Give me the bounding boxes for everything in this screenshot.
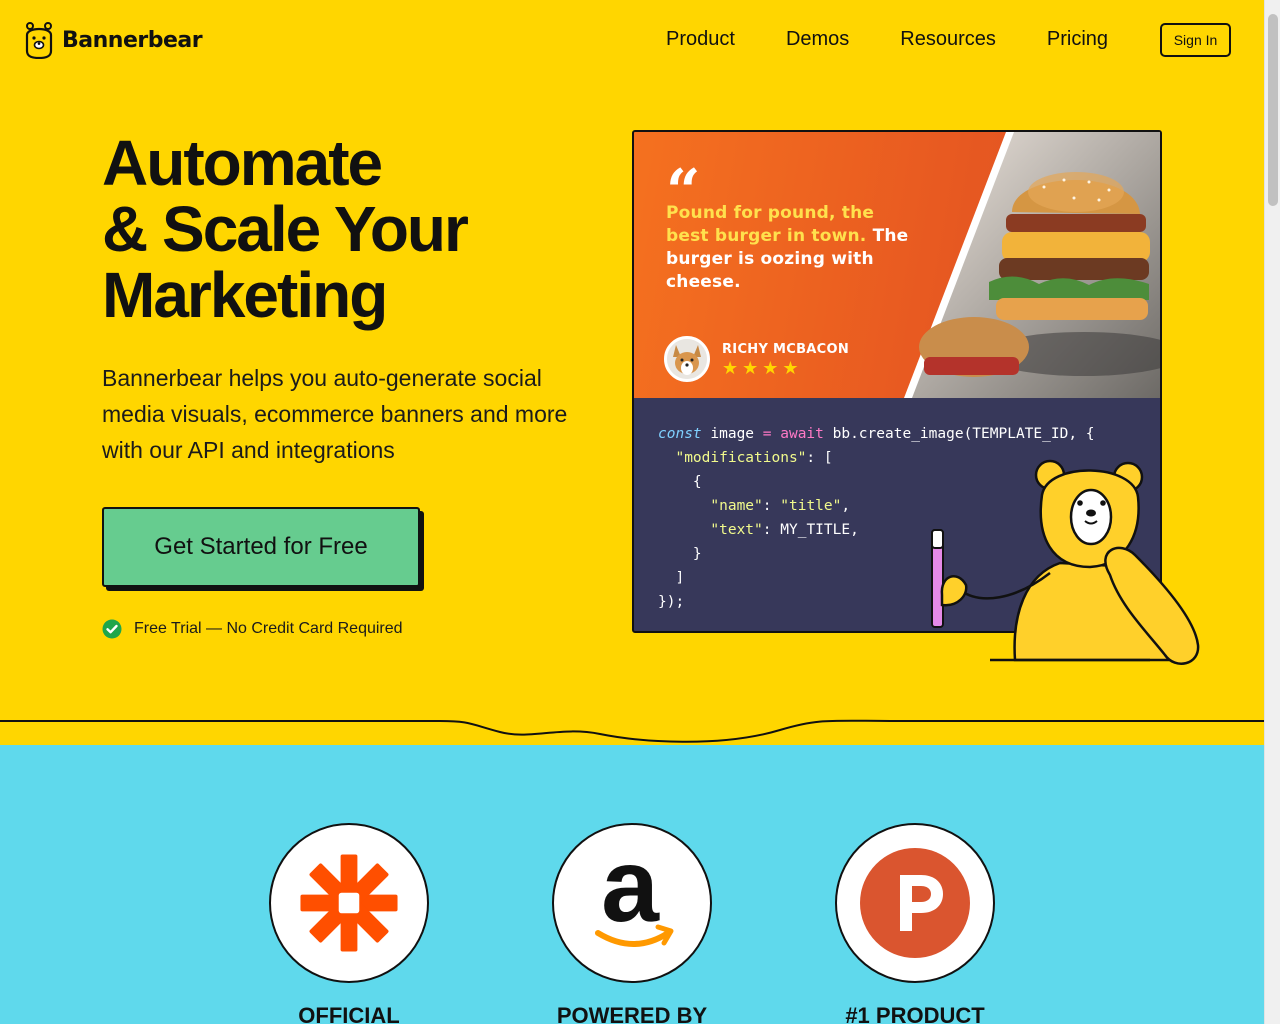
code-token: image	[701, 426, 763, 442]
hero-subcopy: Bannerbear helps you auto-generate socia…	[102, 365, 568, 463]
badge-label-product: #1 PRODUCT	[845, 1003, 985, 1024]
wave-divider	[0, 690, 1264, 743]
author-name: RICHY MCBACON	[722, 342, 850, 357]
rating-stars: ★★★★	[722, 358, 803, 379]
amazon-badge: a	[552, 823, 712, 983]
amazon-logo-icon: a	[595, 843, 674, 947]
page: Bannerbear Product Demos Resources Prici…	[0, 0, 1264, 1024]
code-token: "title"	[780, 498, 842, 514]
headline-line-2: & Scale Your	[102, 193, 469, 265]
code-token: "text"	[710, 522, 763, 538]
product-hunt-logo-icon	[860, 848, 970, 958]
trial-note: Free Trial — No Credit Card Required	[102, 619, 403, 639]
badge-label-powered-by: POWERED BY	[556, 1003, 708, 1024]
bear-mascot-illustration	[931, 459, 1200, 665]
sign-in-button[interactable]: Sign In	[1160, 23, 1231, 57]
main-nav: Product Demos Resources Pricing	[666, 28, 1159, 51]
headline-line-1: Automate	[102, 127, 383, 199]
bear-logo-icon	[25, 22, 53, 59]
code-token: : [	[806, 450, 833, 466]
brand-link[interactable]: Bannerbear	[24, 21, 203, 59]
code-token: }	[692, 546, 702, 562]
code-token: });	[658, 594, 685, 610]
quote-highlight: Pound for pound, the best burger in town…	[666, 203, 875, 246]
zapier-badge	[269, 823, 429, 983]
badge-label-official: OFFICIAL	[298, 1003, 400, 1024]
code-token: "name"	[710, 498, 763, 514]
nav-resources[interactable]: Resources	[900, 28, 996, 51]
generated-banner: “ Pound for pound, the best burger in to…	[634, 132, 1160, 398]
page-scrollbar[interactable]	[1264, 0, 1280, 1024]
get-started-button[interactable]: Get Started for Free	[102, 507, 420, 587]
dog-avatar-icon	[667, 339, 707, 379]
code-token: await	[771, 426, 824, 442]
nav-pricing[interactable]: Pricing	[1047, 28, 1108, 51]
code-token: "modifications"	[675, 450, 807, 466]
code-token: ]	[675, 570, 685, 586]
nav-product[interactable]: Product	[666, 28, 735, 51]
zapier-logo-icon	[300, 854, 398, 952]
svg-text:a: a	[601, 843, 660, 944]
code-token: =	[762, 426, 772, 442]
brand-name: Bannerbear	[62, 27, 203, 53]
nav-demos[interactable]: Demos	[786, 28, 849, 51]
code-token: MY_TITLE,	[780, 522, 859, 538]
code-token: {	[692, 474, 702, 490]
code-token: const	[658, 426, 702, 442]
hero-headline: Automate & Scale Your Marketing	[102, 127, 469, 331]
trial-text: Free Trial — No Credit Card Required	[134, 620, 403, 637]
author-avatar	[664, 336, 710, 382]
headline-line-3: Marketing	[102, 259, 388, 331]
cta-wrapper: Get Started for Free	[102, 507, 424, 591]
testimonial-quote: Pound for pound, the best burger in town…	[666, 202, 916, 294]
code-token: bb.create_image(TEMPLATE_ID, {	[823, 426, 1095, 442]
product-hunt-badge	[835, 823, 995, 983]
check-circle-icon	[102, 619, 122, 639]
scrollbar-thumb[interactable]	[1268, 14, 1278, 206]
